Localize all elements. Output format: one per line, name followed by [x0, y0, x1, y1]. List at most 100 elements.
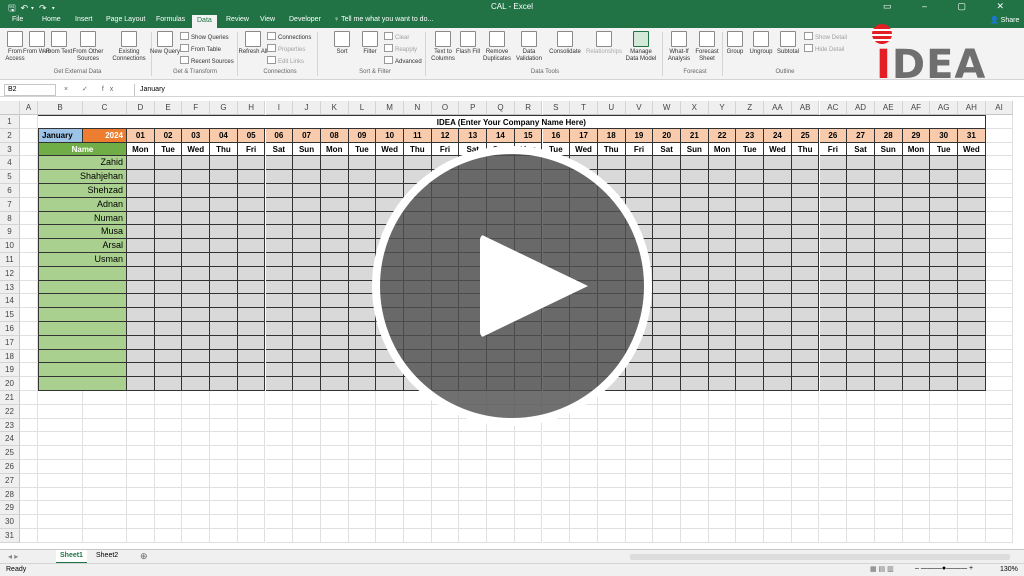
- attendance-cell[interactable]: [127, 156, 155, 171]
- cell[interactable]: [38, 460, 83, 474]
- attendance-cell[interactable]: [210, 197, 238, 212]
- attendance-cell[interactable]: [847, 308, 875, 322]
- cell[interactable]: [764, 473, 792, 488]
- attendance-cell[interactable]: [653, 239, 681, 253]
- attendance-cell[interactable]: [819, 211, 848, 226]
- cell[interactable]: [958, 418, 986, 433]
- attendance-cell[interactable]: [404, 156, 432, 171]
- cell[interactable]: [653, 529, 681, 543]
- attendance-cell[interactable]: [348, 184, 377, 198]
- cell[interactable]: [681, 391, 709, 405]
- cell[interactable]: [182, 487, 211, 502]
- attendance-cell[interactable]: [847, 184, 875, 198]
- cell[interactable]: [542, 432, 571, 447]
- cell[interactable]: [320, 391, 349, 405]
- attendance-cell[interactable]: [154, 266, 183, 281]
- cell[interactable]: [736, 404, 765, 419]
- cell[interactable]: [265, 515, 294, 529]
- cell[interactable]: [38, 432, 83, 447]
- attendance-cell[interactable]: [764, 225, 792, 240]
- cell[interactable]: [819, 501, 848, 516]
- row-header[interactable]: 12: [0, 266, 20, 281]
- cell[interactable]: [791, 418, 820, 433]
- cell[interactable]: [127, 487, 155, 502]
- attendance-cell[interactable]: [958, 239, 986, 253]
- cell[interactable]: [819, 418, 848, 433]
- cell[interactable]: [404, 487, 432, 502]
- cell[interactable]: [431, 515, 460, 529]
- tab-view[interactable]: View: [260, 16, 275, 23]
- attendance-cell[interactable]: [681, 170, 709, 184]
- cell[interactable]: [20, 363, 38, 378]
- cell[interactable]: [293, 432, 321, 447]
- cell[interactable]: [376, 391, 404, 405]
- cell[interactable]: [819, 487, 848, 502]
- cell[interactable]: [265, 473, 294, 488]
- cell[interactable]: [708, 473, 737, 488]
- cell[interactable]: [542, 446, 571, 460]
- column-header[interactable]: S: [542, 101, 571, 115]
- attendance-cell[interactable]: [819, 280, 848, 295]
- column-header[interactable]: AF: [902, 101, 931, 115]
- cell[interactable]: [83, 418, 127, 433]
- cell[interactable]: [20, 335, 38, 350]
- cell[interactable]: [653, 446, 681, 460]
- cell[interactable]: [597, 487, 626, 502]
- attendance-cell[interactable]: [210, 225, 238, 240]
- employee-name[interactable]: [38, 308, 127, 322]
- cell[interactable]: [20, 170, 38, 184]
- cell[interactable]: [431, 460, 460, 474]
- cell[interactable]: [985, 115, 1014, 129]
- cell[interactable]: [930, 529, 958, 543]
- attendance-cell[interactable]: [736, 294, 765, 309]
- attendance-cell[interactable]: [625, 363, 654, 378]
- attendance-cell[interactable]: [681, 377, 709, 391]
- attendance-cell[interactable]: [874, 322, 903, 336]
- cell[interactable]: [847, 391, 875, 405]
- column-header[interactable]: AC: [819, 101, 848, 115]
- employee-name[interactable]: Musa: [38, 225, 127, 240]
- attendance-cell[interactable]: [182, 197, 211, 212]
- cell[interactable]: [985, 197, 1014, 212]
- cell[interactable]: [597, 446, 626, 460]
- cell[interactable]: [348, 432, 377, 447]
- tell-me-search[interactable]: ♀ Tell me what you want to do...: [334, 16, 433, 23]
- attendance-cell[interactable]: [293, 211, 321, 226]
- attendance-cell[interactable]: [736, 225, 765, 240]
- cell[interactable]: [293, 515, 321, 529]
- attendance-cell[interactable]: [293, 280, 321, 295]
- attendance-cell[interactable]: [764, 253, 792, 267]
- cell[interactable]: [237, 515, 266, 529]
- cell[interactable]: [182, 515, 211, 529]
- cell[interactable]: [625, 487, 654, 502]
- attendance-cell[interactable]: [819, 377, 848, 391]
- cell[interactable]: [20, 404, 38, 419]
- cell[interactable]: [154, 501, 183, 516]
- cell[interactable]: [930, 487, 958, 502]
- attendance-cell[interactable]: [930, 239, 958, 253]
- cell[interactable]: [625, 515, 654, 529]
- attendance-cell[interactable]: [127, 377, 155, 391]
- cell[interactable]: [38, 418, 83, 433]
- cell[interactable]: [20, 322, 38, 336]
- attendance-cell[interactable]: [653, 377, 681, 391]
- cell[interactable]: [38, 487, 83, 502]
- attendance-cell[interactable]: [708, 197, 737, 212]
- attendance-cell[interactable]: [958, 170, 986, 184]
- attendance-cell[interactable]: [348, 211, 377, 226]
- cell[interactable]: [20, 446, 38, 460]
- cell[interactable]: [985, 460, 1014, 474]
- cell[interactable]: [431, 487, 460, 502]
- attendance-cell[interactable]: [958, 363, 986, 378]
- cell[interactable]: [874, 391, 903, 405]
- column-header[interactable]: P: [459, 101, 488, 115]
- cell[interactable]: [376, 432, 404, 447]
- attendance-cell[interactable]: [653, 349, 681, 364]
- cell[interactable]: [237, 529, 266, 543]
- cell[interactable]: [237, 418, 266, 433]
- row-header[interactable]: 5: [0, 170, 20, 184]
- window-controls[interactable]: ▭ – ▢ ✕: [883, 1, 1018, 12]
- attendance-cell[interactable]: [958, 225, 986, 240]
- attendance-cell[interactable]: [708, 308, 737, 322]
- attendance-cell[interactable]: [958, 294, 986, 309]
